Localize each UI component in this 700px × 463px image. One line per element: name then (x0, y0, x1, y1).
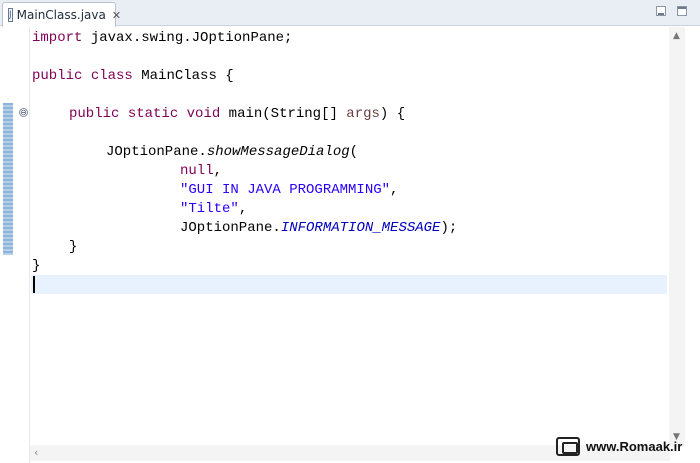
closing-brace: } (69, 239, 78, 255)
maximize-icon[interactable] (677, 6, 687, 16)
code-line-8: null, (180, 162, 222, 181)
keyword: null (180, 163, 214, 179)
scroll-up-icon[interactable]: ▲ (673, 31, 680, 41)
keyword: static (127, 106, 179, 122)
string-literal: "GUI IN JAVA PROGRAMMING" (180, 182, 391, 198)
watermark-text: www.Romaak.ir (586, 439, 683, 454)
code-line-7: JOptionPane.showMessageDialog( (106, 143, 358, 162)
quick-diff-change-bar (3, 103, 13, 255)
java-file-icon: J (8, 8, 13, 22)
code-text-segment: , (390, 182, 399, 198)
code-line-3: public class MainClass { (32, 67, 234, 86)
code-line-5: public static void main(String[] args) { (69, 105, 405, 124)
keyword: public (32, 68, 83, 84)
code-text-segment: , (213, 163, 223, 179)
watermark-logo-icon (556, 437, 580, 456)
keyword: void (186, 106, 221, 122)
code-line-10: "Tilte", (180, 200, 247, 219)
code-text[interactable]: import javax.swing.JOptionPane; public c… (32, 27, 457, 363)
string-literal: "Tilte" (180, 201, 239, 217)
code-text-segment: ( (349, 144, 359, 160)
code-text-segment: JOptionPane. (180, 220, 281, 236)
tab-label: MainClass.java (16, 8, 106, 22)
closing-brace: } (32, 258, 41, 274)
close-icon[interactable]: ✕ (112, 9, 121, 22)
minimize-icon[interactable] (656, 6, 666, 16)
keyword: public (69, 106, 120, 122)
code-text-segment: ) { (379, 106, 406, 122)
parameter-name: args (346, 106, 380, 122)
editor-tab-bar: J MainClass.java ✕ (0, 0, 700, 27)
scroll-left-icon[interactable]: ‹ (34, 446, 38, 459)
code-text-segment: main(String[] (220, 106, 347, 122)
code-line-12: } (69, 238, 77, 257)
code-text-segment: javax.swing.JOptionPane; (82, 30, 293, 46)
keyword: import (32, 30, 83, 46)
code-editor[interactable]: ⊖ import javax.swing.JOptionPane; public… (0, 27, 700, 463)
line-ruler: ⊖ (0, 27, 30, 463)
vertical-scrollbar[interactable]: ▲ ▼ (669, 27, 685, 447)
code-text-segment: , (238, 201, 248, 217)
keyword: class (90, 68, 133, 84)
current-line-highlight (31, 275, 667, 294)
code-line-9: "GUI IN JAVA PROGRAMMING", (180, 181, 398, 200)
watermark: www.Romaak.ir (556, 437, 682, 456)
static-constant: INFORMATION_MESSAGE (280, 220, 441, 236)
code-line-13: } (32, 257, 40, 276)
code-text-segment: MainClass { (132, 68, 234, 84)
code-line-1: import javax.swing.JOptionPane; (32, 29, 292, 48)
code-text-segment: ); (440, 220, 458, 236)
fold-minus-icon[interactable]: ⊖ (19, 108, 28, 117)
code-line-11: JOptionPane.INFORMATION_MESSAGE); (180, 219, 457, 238)
text-caret (33, 276, 35, 293)
code-text-segment: JOptionPane. (106, 144, 207, 160)
static-method-call: showMessageDialog (206, 144, 350, 160)
tab-mainclass-java[interactable]: J MainClass.java ✕ (2, 2, 121, 27)
